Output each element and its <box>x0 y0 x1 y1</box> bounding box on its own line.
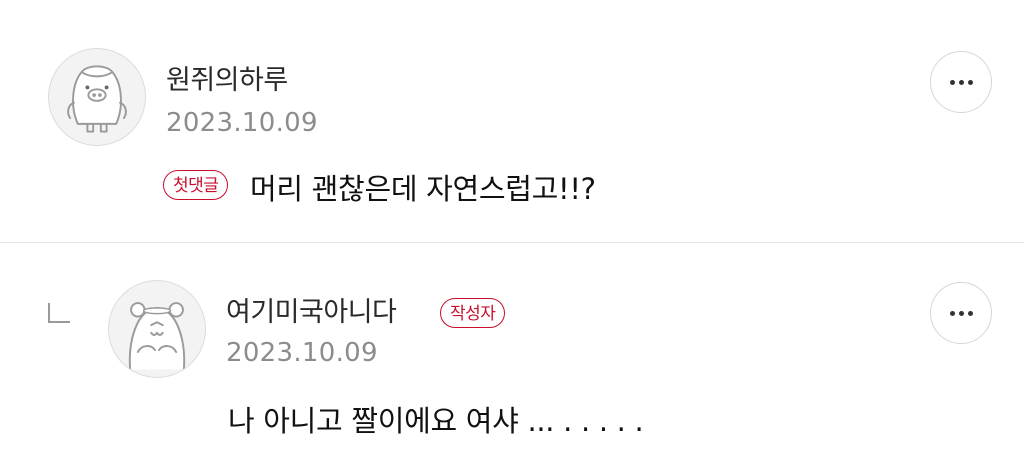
comment-author-name[interactable]: 여기미국아니다 <box>226 290 397 329</box>
comment-text: 나 아니고 짤이에요 여샤 ... . . . . . <box>228 404 644 438</box>
more-options-button[interactable] <box>930 282 992 344</box>
more-horizontal-icon <box>949 310 973 316</box>
comment-date: 2023.10.09 <box>226 338 378 368</box>
author-badge: 작성자 <box>440 298 506 328</box>
